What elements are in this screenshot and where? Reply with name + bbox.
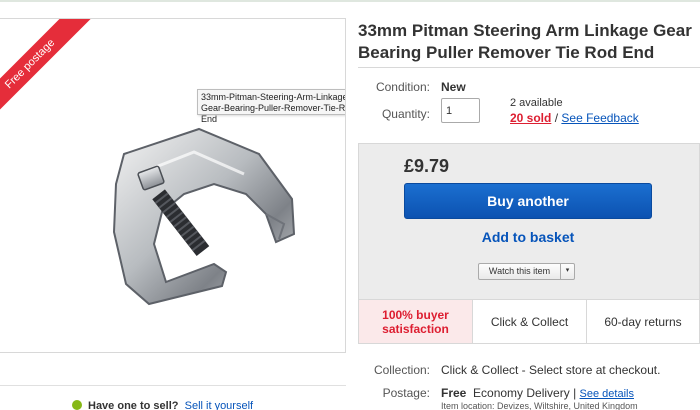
title-divider xyxy=(358,67,700,68)
image-panel[interactable]: Free postage 33mm-Pitman-Steering-Arm-Li… xyxy=(0,18,346,353)
price: £9.79 xyxy=(404,156,450,176)
quantity-label: Quantity: xyxy=(381,107,430,121)
postage-bar: | xyxy=(573,386,577,400)
top-divider xyxy=(0,0,700,2)
postage-method: Economy Delivery xyxy=(473,386,570,400)
postage-free: Free xyxy=(441,386,467,400)
sell-it-yourself-link[interactable]: Sell it yourself xyxy=(185,400,253,410)
collection-value: Click & Collect - Select store at checko… xyxy=(441,363,661,377)
leaf-icon xyxy=(72,400,82,410)
buyer-satisfaction-badge: 100% buyer satisfaction xyxy=(359,300,472,343)
quantity-input[interactable] xyxy=(441,98,480,123)
sold-row: 20 sold / See Feedback xyxy=(510,111,639,125)
listing-page: Free postage 33mm-Pitman-Steering-Arm-Li… xyxy=(0,0,700,410)
image-tooltip: 33mm-Pitman-Steering-Arm-Linkage-Gear-Be… xyxy=(197,89,345,124)
condition-label: Condition: xyxy=(375,80,430,94)
sell-prompt-row: Have one to sell? Sell it yourself xyxy=(72,400,253,410)
listing-title: 33mm Pitman Steering Arm Linkage Gear Be… xyxy=(358,21,692,62)
collection-label: Collection: xyxy=(373,363,430,377)
product-image[interactable] xyxy=(54,114,304,314)
feature-strip: 100% buyer satisfaction Click & Collect … xyxy=(358,300,700,344)
see-feedback-link[interactable]: See Feedback xyxy=(561,111,638,125)
sold-separator: / xyxy=(554,111,559,125)
free-postage-ribbon: Free postage xyxy=(0,19,91,125)
condition-value: New xyxy=(441,80,466,94)
available-count: 2 available xyxy=(510,97,563,109)
buy-another-button[interactable]: Buy another xyxy=(404,183,652,219)
see-details-link[interactable]: See details xyxy=(580,388,634,400)
sell-prompt: Have one to sell? xyxy=(88,400,179,410)
sold-count-link[interactable]: 20 sold xyxy=(510,111,551,125)
chevron-down-icon[interactable]: ▾ xyxy=(560,264,574,279)
watch-item-label: Watch this item xyxy=(488,266,551,276)
returns-badge: 60-day returns xyxy=(586,300,699,343)
postage-label: Postage: xyxy=(382,386,430,400)
item-location: Item location: Devizes, Wiltshire, Unite… xyxy=(441,401,638,410)
postage-value: Free Economy Delivery | See details xyxy=(441,386,634,400)
click-collect-badge: Click & Collect xyxy=(472,300,586,343)
sell-divider xyxy=(0,385,346,386)
add-to-basket-link[interactable]: Add to basket xyxy=(404,229,652,245)
watch-item-button[interactable]: Watch this item ▾ xyxy=(478,263,575,280)
